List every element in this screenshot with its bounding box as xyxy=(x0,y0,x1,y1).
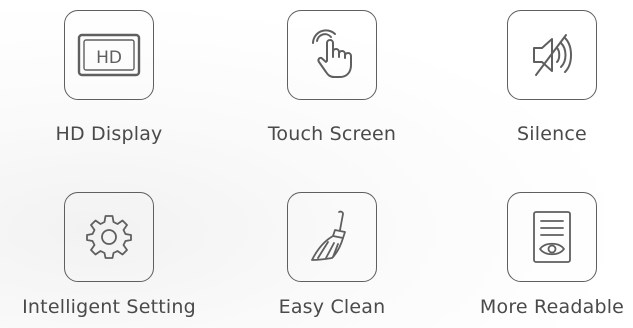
feature-label-more-readable: More Readable xyxy=(479,296,625,318)
hd-display-tile: HD xyxy=(64,10,154,100)
feature-touch-screen: Touch Screen xyxy=(212,10,452,145)
touch-hand-icon xyxy=(312,29,352,78)
feature-easy-clean: Easy Clean xyxy=(212,192,452,318)
feature-label-intelligent-setting: Intelligent Setting xyxy=(22,296,196,318)
feature-more-readable: More Readable xyxy=(432,192,633,318)
silence-tile xyxy=(507,10,597,100)
feature-hd-display: HD HD Display xyxy=(0,10,229,145)
mute-speaker-icon xyxy=(533,34,572,76)
broom-icon xyxy=(311,210,346,261)
intelligent-setting-tile xyxy=(64,192,154,282)
document-eye-icon xyxy=(533,211,571,263)
feature-label-easy-clean: Easy Clean xyxy=(278,296,386,318)
easy-clean-tile xyxy=(287,192,377,282)
feature-label-touch-screen: Touch Screen xyxy=(267,123,397,145)
hd-icon-text: HD xyxy=(96,48,122,68)
more-readable-tile xyxy=(507,192,597,282)
feature-label-hd-display: HD Display xyxy=(55,123,163,145)
feature-intelligent-setting: Intelligent Setting xyxy=(0,192,229,318)
hd-display-icon: HD xyxy=(77,33,141,77)
gear-icon xyxy=(86,215,132,259)
touch-screen-tile xyxy=(287,10,377,100)
feature-silence: Silence xyxy=(432,10,633,145)
feature-label-silence: Silence xyxy=(517,123,587,145)
